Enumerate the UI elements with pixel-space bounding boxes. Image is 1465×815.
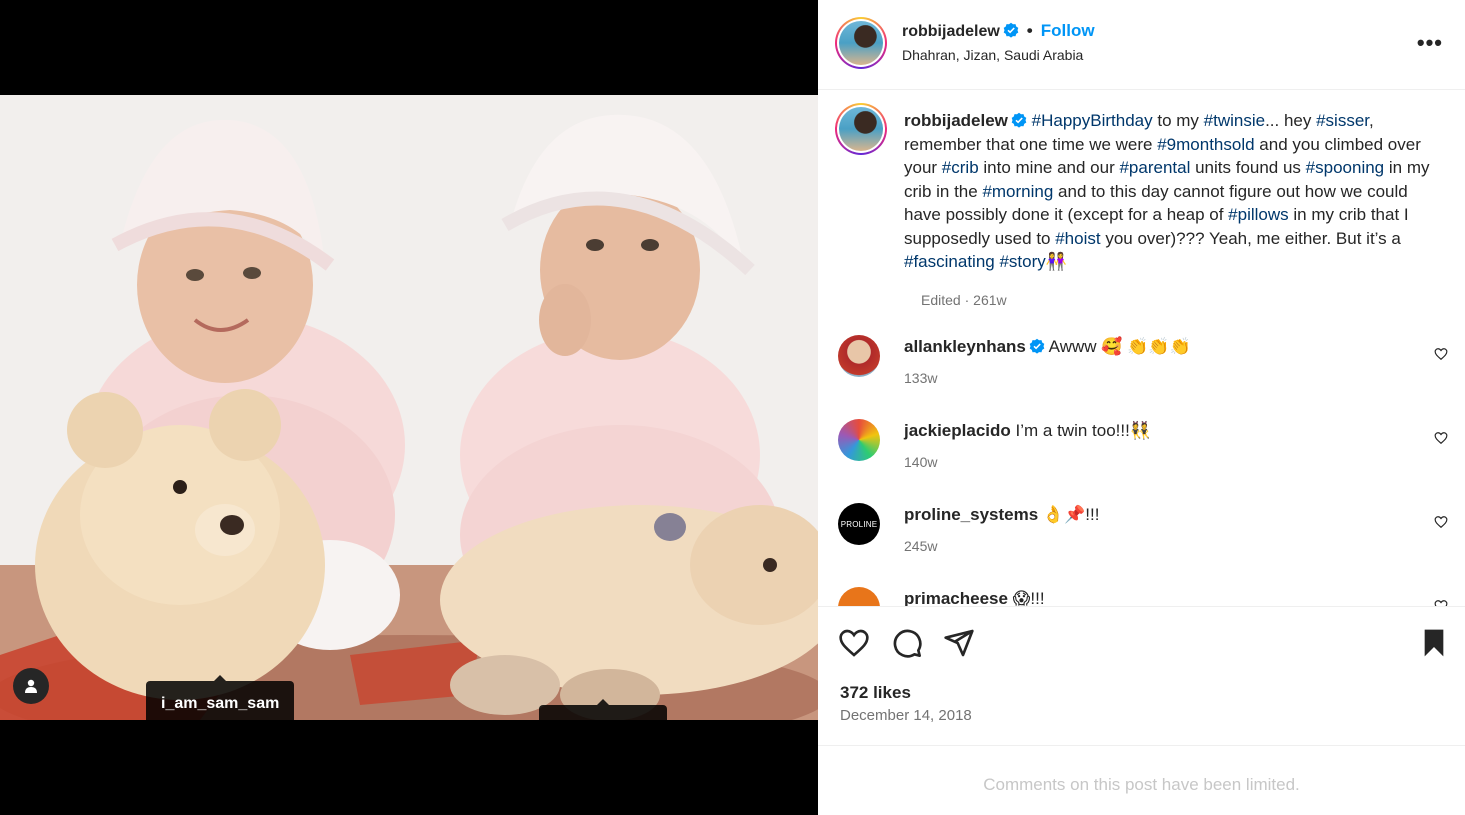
likes-count[interactable]: 372 likes [840,683,911,703]
author-line: robbijadelew • Follow [902,21,1095,41]
comment-text: 😱!!! [1007,589,1045,606]
photo-illustration [0,95,818,720]
hashtag-link[interactable]: #sisser [1316,111,1369,130]
comment-body: allankleynhans Awww 🥰 👏👏👏 [904,337,1191,357]
like-comment-heart-icon[interactable] [1434,347,1448,361]
comment-time[interactable]: 140w [904,454,937,470]
post-media: i_am_sam_sam robbijadelew [0,0,818,815]
comment-time[interactable]: 245w [904,538,937,554]
avatar-logo-text: PROLINE [840,519,878,529]
hashtag-link[interactable]: #fascinating [904,252,995,271]
hashtag-link[interactable]: #parental [1119,158,1190,177]
post-side-panel: robbijadelew • Follow Dhahran, Jizan, Saud… [818,0,1465,815]
comment-body: proline_systems 👌📌!!! [904,505,1099,525]
hashtag-link[interactable]: #spooning [1306,158,1384,177]
comment-text: Awww 🥰 👏👏👏 [1044,337,1191,356]
comments-limited-notice: Comments on this post have been limited. [983,775,1300,794]
caption-body: #HappyBirthday to my #twinsie... hey #si… [904,111,1429,271]
comment-text: I’m a twin too!!!👯 [1010,421,1152,440]
person-icon [25,679,37,693]
separator-dot: • [1026,21,1033,40]
hashtag-link[interactable]: #hoist [1055,229,1100,248]
commenter-username[interactable]: allankleynhans [904,337,1026,356]
post-actions: 372 likes December 14, 2018 [818,606,1465,746]
tagged-users-icon[interactable] [13,668,49,704]
comment-time[interactable]: 133w [904,370,937,386]
author-username[interactable]: robbijadelew [902,23,1000,40]
commenter-avatar[interactable] [838,587,880,606]
post-date[interactable]: December 14, 2018 [840,707,972,724]
caption-segment: to my [1152,111,1204,130]
photo-tag[interactable]: robbijadelew [539,699,667,720]
caption-segment: units found us [1190,158,1306,177]
commenter-avatar[interactable]: PROLINE [838,503,880,545]
follow-button[interactable]: Follow [1041,21,1095,40]
like-heart-icon[interactable] [838,627,870,659]
comment-item: PROLINE proline_systems 👌📌!!! 245w [838,503,1448,563]
hashtag-link[interactable]: #crib [942,158,979,177]
hashtag-link[interactable]: #pillows [1228,205,1288,224]
commenter-username[interactable]: jackieplacido [904,421,1011,440]
caption-segment: into mine and our [978,158,1120,177]
commenter-username[interactable]: primacheese [904,589,1008,606]
post-location[interactable]: Dhahran, Jizan, Saudi Arabia [902,47,1083,63]
hashtag-link[interactable]: #9monthsold [1157,135,1254,154]
comment-text: 👌📌!!! [1038,505,1100,524]
author-avatar[interactable] [835,17,887,69]
verified-badge-icon [1011,112,1027,128]
comment-body: primacheese 😱!!! [904,589,1045,606]
caption-meta: Edited · 261w [921,292,1007,308]
comment-item: allankleynhans Awww 🥰 👏👏👏 133w [838,335,1448,395]
caption-username[interactable]: robbijadelew [904,111,1008,130]
caption-text: robbijadelew #HappyBirthday to my #twins… [904,109,1444,274]
caption-time[interactable]: 261w [973,292,1006,308]
commenter-avatar[interactable] [838,419,880,461]
like-comment-heart-icon[interactable] [1434,515,1448,529]
caption-segment: ... hey [1265,111,1317,130]
commenter-avatar[interactable] [838,335,880,377]
like-comment-heart-icon[interactable] [1434,599,1448,606]
comments-scroll-area[interactable]: robbijadelew #HappyBirthday to my #twins… [818,91,1465,606]
comment-item: primacheese 😱!!! [838,587,1448,606]
comment-item: jackieplacido I’m a twin too!!!👯 140w [838,419,1448,479]
post-header: robbijadelew • Follow Dhahran, Jizan, Saud… [818,0,1465,90]
comment-bubble-icon[interactable] [891,627,923,659]
edited-label: Edited [921,292,961,308]
save-bookmark-icon[interactable] [1418,627,1450,659]
caption-author-avatar[interactable] [835,103,887,155]
verified-badge-icon [1003,22,1019,38]
hashtag-link[interactable]: #story [999,252,1045,271]
photo-tag[interactable]: i_am_sam_sam [146,675,295,720]
share-paper-plane-icon[interactable] [943,627,975,659]
verified-badge-icon [1029,338,1045,354]
like-comment-heart-icon[interactable] [1434,431,1448,445]
hashtag-link[interactable]: #twinsie [1204,111,1265,130]
caption-segment: 👭 [1045,252,1067,271]
comment-body: jackieplacido I’m a twin too!!!👯 [904,421,1151,441]
hashtag-link[interactable]: #morning [982,182,1053,201]
hashtag-link[interactable]: #HappyBirthday [1032,111,1153,130]
caption-segment: you over)??? Yeah, me either. But it’s a [1100,228,1401,248]
commenter-username[interactable]: proline_systems [904,505,1038,524]
post-photo[interactable]: i_am_sam_sam robbijadelew [0,95,818,720]
more-options-icon[interactable]: ••• [1417,30,1443,56]
instagram-post-modal: i_am_sam_sam robbijadelew robbijadelew • F… [0,0,1465,815]
